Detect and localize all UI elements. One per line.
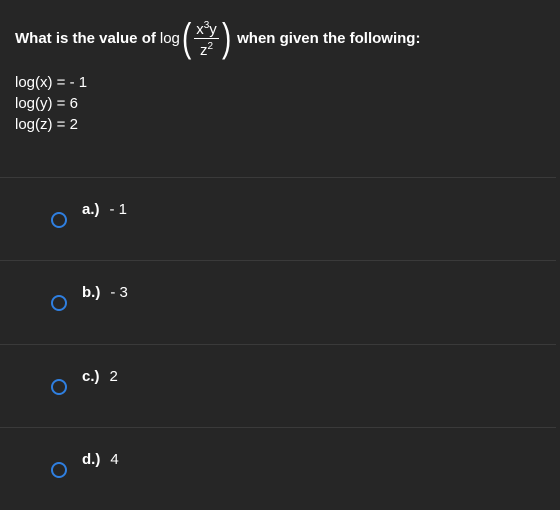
option-c-value: 2 xyxy=(109,368,118,385)
option-a-letter: a.) xyxy=(82,201,100,218)
answer-option-b[interactable]: b.) - 3 xyxy=(0,261,556,343)
numerator-y: y xyxy=(209,20,217,38)
given-log-y: log(y) = 6 xyxy=(15,95,78,112)
radio-button-a[interactable] xyxy=(51,212,67,228)
option-d-value: 4 xyxy=(110,451,119,468)
question-prefix: What is the value of xyxy=(15,29,156,47)
given-log-z: log(z) = 2 xyxy=(15,116,78,133)
log-expression: log ( x3y z2 ) xyxy=(160,18,233,59)
given-log-x: log(x) = - 1 xyxy=(15,74,88,91)
answer-option-c[interactable]: c.) 2 xyxy=(0,345,556,427)
radio-button-b[interactable] xyxy=(51,295,67,311)
fraction: x3y z2 xyxy=(194,18,219,59)
answer-option-a[interactable]: a.) - 1 xyxy=(0,178,556,260)
option-c-letter: c.) xyxy=(82,368,100,385)
option-c-text: c.) 2 xyxy=(82,368,118,385)
question-prompt: What is the value of log ( x3y z2 ) when… xyxy=(15,8,545,68)
denominator-z-exponent: 2 xyxy=(207,40,214,52)
radio-button-c[interactable] xyxy=(51,379,67,395)
option-d-text: d.) 4 xyxy=(82,451,119,468)
log-label: log xyxy=(159,29,180,47)
numerator-x: x xyxy=(196,20,204,38)
option-d-letter: d.) xyxy=(82,451,101,468)
given-values: log(x) = - 1 log(y) = 6 log(z) = 2 xyxy=(15,72,87,135)
option-b-value: - 3 xyxy=(110,284,128,301)
answer-option-d[interactable]: d.) 4 xyxy=(0,428,556,510)
option-a-value: - 1 xyxy=(109,201,128,218)
question-suffix: when given the following: xyxy=(237,29,421,47)
option-a-text: a.) - 1 xyxy=(82,201,127,218)
fraction-numerator: x3y xyxy=(194,18,219,39)
option-b-letter: b.) xyxy=(82,284,101,301)
right-paren: ) xyxy=(221,16,232,60)
radio-button-d[interactable] xyxy=(51,462,67,478)
left-paren: ( xyxy=(181,16,192,60)
fraction-denominator: z2 xyxy=(198,39,215,59)
option-b-text: b.) - 3 xyxy=(82,284,128,301)
